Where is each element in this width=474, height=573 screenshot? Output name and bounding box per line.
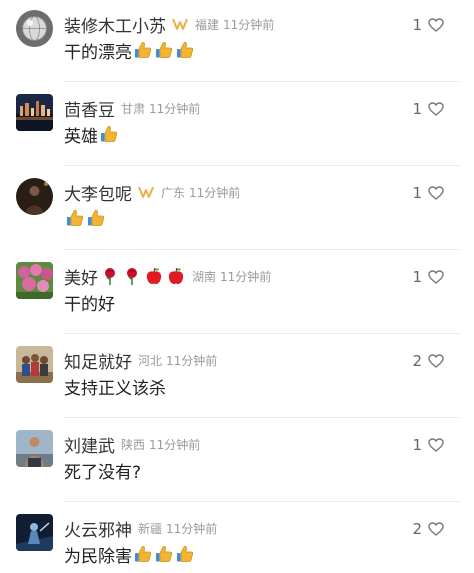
apple-icon [168, 267, 184, 284]
avatar[interactable] [16, 10, 53, 47]
heart-icon [428, 522, 444, 536]
comment-item: 大李包呢 广东 11分钟前 1 [0, 174, 474, 258]
thumbs-up-icon [88, 210, 105, 226]
comment-item: 知足就好 河北 11分钟前 支持正义该杀 2 [0, 342, 474, 426]
like-count: 2 [412, 352, 422, 370]
apple-icon [146, 267, 162, 284]
badge-icon [172, 18, 188, 30]
timestamp: 11分钟前 [220, 269, 272, 284]
comment-item: 装修木工小苏 福建 11分钟前 干的漂亮 1 [0, 6, 474, 90]
comment-text: 为民除害 [64, 546, 132, 567]
badge-icon [138, 186, 154, 198]
like-button[interactable]: 2 [412, 352, 444, 370]
rose-icon [105, 268, 115, 285]
heart-icon [428, 438, 444, 452]
username[interactable]: 美好 [64, 264, 98, 289]
username[interactable]: 知足就好 [64, 348, 132, 373]
like-button[interactable]: 1 [412, 268, 444, 286]
region: 新疆 [138, 521, 163, 536]
timestamp: 11分钟前 [223, 17, 275, 32]
thumbs-up-icon [177, 546, 194, 562]
comment-item: 刘建武 陕西 11分钟前 死了没有? 1 [0, 426, 474, 510]
like-count: 2 [412, 520, 422, 538]
avatar[interactable] [16, 262, 53, 299]
thumbs-up-icon [67, 210, 84, 226]
comment-text: 支持正义该杀 [64, 378, 166, 399]
divider [64, 417, 460, 418]
divider [64, 81, 460, 82]
like-count: 1 [412, 16, 422, 34]
avatar[interactable] [16, 346, 53, 383]
region: 河北 [138, 353, 163, 368]
timestamp: 11分钟前 [149, 437, 201, 452]
heart-icon [428, 102, 444, 116]
like-button[interactable]: 1 [412, 100, 444, 118]
region: 陕西 [121, 437, 146, 452]
divider [64, 333, 460, 334]
thumbs-up-icon [135, 42, 152, 58]
thumbs-up-icon [135, 546, 152, 562]
comment-item: 火云邪神 新疆 11分钟前 为民除害 2 [0, 510, 474, 573]
username[interactable]: 大李包呢 [64, 180, 132, 205]
avatar[interactable] [16, 94, 53, 131]
comment-text: 死了没有? [64, 462, 142, 483]
username[interactable]: 刘建武 [64, 432, 115, 457]
region: 福建 [195, 17, 220, 32]
region: 广东 [161, 185, 186, 200]
like-button[interactable]: 1 [412, 184, 444, 202]
comment-item: 茴香豆 甘肃 11分钟前 英雄 1 [0, 90, 474, 174]
heart-icon [428, 186, 444, 200]
thumbs-up-icon [101, 126, 118, 142]
timestamp: 11分钟前 [189, 185, 241, 200]
divider [64, 501, 460, 502]
username[interactable]: 装修木工小苏 [64, 12, 166, 37]
heart-icon [428, 354, 444, 368]
thumbs-up-icon [156, 546, 173, 562]
like-count: 1 [412, 100, 422, 118]
like-count: 1 [412, 268, 422, 286]
avatar[interactable] [16, 178, 53, 215]
thumbs-up-icon [156, 42, 173, 58]
like-button[interactable]: 1 [412, 16, 444, 34]
divider [64, 249, 460, 250]
comment-list: 装修木工小苏 福建 11分钟前 干的漂亮 1 茴香豆 甘肃 11分钟前 英雄 1… [0, 0, 474, 573]
timestamp: 11分钟前 [149, 101, 201, 116]
rose-icon [127, 268, 137, 285]
username[interactable]: 茴香豆 [64, 96, 115, 121]
comment-text: 干的漂亮 [64, 42, 132, 63]
heart-icon [428, 18, 444, 32]
region: 湖南 [192, 269, 217, 284]
like-count: 1 [412, 436, 422, 454]
divider [64, 165, 460, 166]
comment-text: 干的好 [64, 294, 115, 315]
comment-text: 英雄 [64, 126, 98, 147]
thumbs-up-icon [177, 42, 194, 58]
timestamp: 11分钟前 [166, 353, 218, 368]
comment-item: 美好 湖南 11分钟前 干的好 1 [0, 258, 474, 342]
avatar[interactable] [16, 514, 53, 551]
like-button[interactable]: 1 [412, 436, 444, 454]
region: 甘肃 [121, 101, 146, 116]
username[interactable]: 火云邪神 [64, 516, 132, 541]
like-count: 1 [412, 184, 422, 202]
avatar[interactable] [16, 430, 53, 467]
timestamp: 11分钟前 [166, 521, 218, 536]
like-button[interactable]: 2 [412, 520, 444, 538]
heart-icon [428, 270, 444, 284]
